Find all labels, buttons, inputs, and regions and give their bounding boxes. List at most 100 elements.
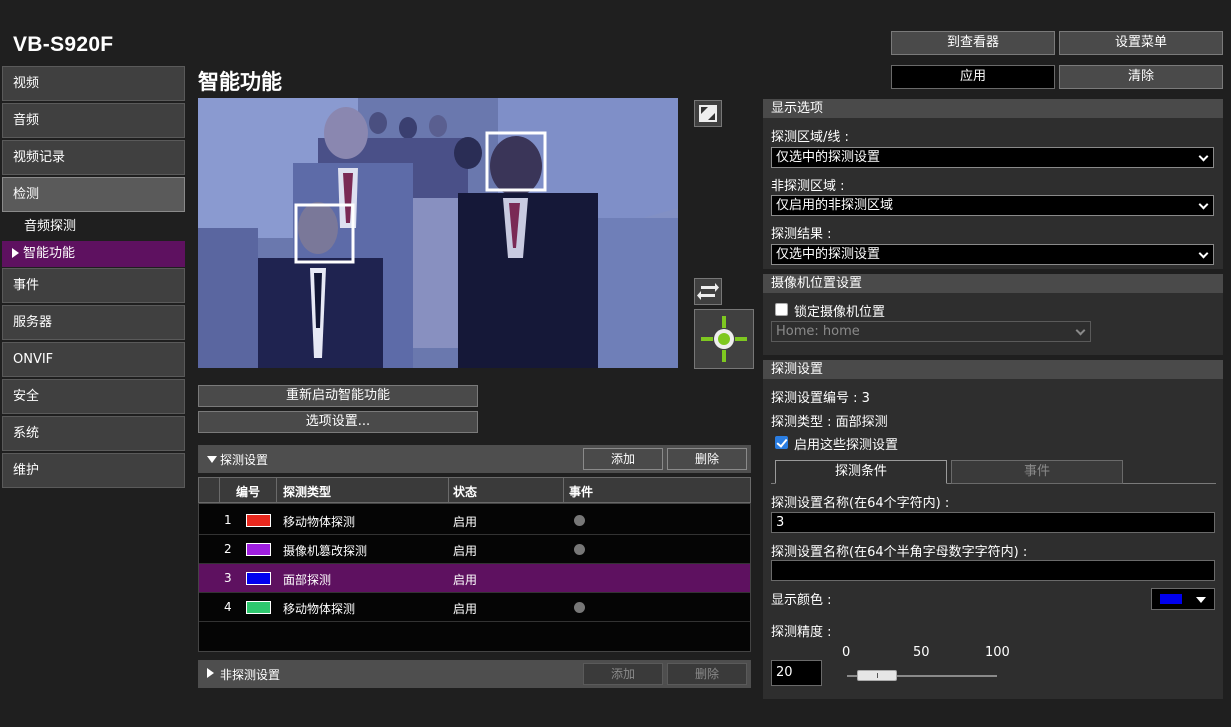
delete-detection-button[interactable]: 删除 xyxy=(667,448,747,470)
table-row[interactable]: 3 面部探测 启用 xyxy=(199,564,750,593)
lock-position-checkbox[interactable] xyxy=(775,303,788,316)
sidebar-subitem-audio-detection[interactable]: 音频探测 xyxy=(2,214,185,240)
column-event: 事件 xyxy=(569,485,594,499)
sidebar-item-video[interactable]: 视频 xyxy=(2,66,185,101)
detect-type: 探测类型 : 面部探测 xyxy=(771,415,888,430)
color-label: 显示颜色 : xyxy=(771,593,832,608)
sidebar-item-server[interactable]: 服务器 xyxy=(2,305,185,340)
sidebar-subitem-intelligent[interactable]: 智能功能 xyxy=(2,241,185,267)
options-settings-button[interactable]: 选项设置... xyxy=(198,411,478,433)
color-swatch xyxy=(246,601,271,614)
row-number: 1 xyxy=(224,513,232,527)
column-divider xyxy=(563,478,564,502)
lock-position-label: 锁定摄像机位置 xyxy=(794,305,886,320)
sidebar-item-maintenance[interactable]: 维护 xyxy=(2,453,185,488)
tab-detect-conditions[interactable]: 探测条件 xyxy=(775,460,947,484)
display-options-header: 显示选项 xyxy=(763,99,1223,118)
result-label: 探测结果 : xyxy=(771,227,832,242)
sidebar-item-detection[interactable]: 检测 xyxy=(2,177,185,212)
chevron-down-icon xyxy=(1198,199,1209,210)
enable-detection-label: 启用这些探测设置 xyxy=(794,438,899,453)
camera-video-preview[interactable] xyxy=(198,98,678,368)
color-swatch xyxy=(246,514,271,527)
tab-event[interactable]: 事件 xyxy=(951,460,1123,484)
column-type: 探测类型 xyxy=(283,485,332,499)
color-picker[interactable] xyxy=(1151,588,1215,610)
slider-tick-label: 0 xyxy=(842,645,851,660)
row-number: 3 xyxy=(224,571,232,585)
sidebar-item-system[interactable]: 系统 xyxy=(2,416,185,451)
detect-config-header: 探测设置 xyxy=(763,360,1223,379)
table-row[interactable]: 4 移动物体探测 启用 xyxy=(199,593,750,622)
name-ascii-input[interactable] xyxy=(771,560,1215,581)
table-row[interactable]: 2 摄像机篡改探测 启用 xyxy=(199,535,750,564)
name-input[interactable]: 3 xyxy=(771,512,1215,533)
sidebar-subitem-label: 智能功能 xyxy=(23,246,76,261)
event-indicator-icon xyxy=(574,544,585,555)
row-state: 启用 xyxy=(453,544,478,558)
row-type: 移动物体探测 xyxy=(283,602,356,616)
camera-position-button[interactable] xyxy=(694,309,754,369)
viewer-button[interactable]: 到查看器 xyxy=(891,31,1055,55)
table-row[interactable]: 1 移动物体探测 启用 xyxy=(199,506,750,535)
expand-icon xyxy=(699,105,717,122)
event-indicator-icon xyxy=(574,515,585,526)
apply-button[interactable]: 应用 xyxy=(891,65,1055,89)
restart-intelligent-button[interactable]: 重新启动智能功能 xyxy=(198,385,478,407)
page-title: 智能功能 xyxy=(198,70,282,94)
collapse-icon[interactable] xyxy=(207,456,217,463)
settings-menu-button[interactable]: 设置菜单 xyxy=(1059,31,1223,55)
row-type: 面部探测 xyxy=(283,573,332,587)
non-area-label: 非探测区域 : xyxy=(771,179,845,194)
precision-label: 探测精度 : xyxy=(771,625,832,640)
sidebar-item-audio[interactable]: 音频 xyxy=(2,103,185,138)
row-state: 启用 xyxy=(453,573,478,587)
chevron-down-icon xyxy=(1198,151,1209,162)
event-indicator-icon xyxy=(574,602,585,613)
preset-select[interactable]: Home: home xyxy=(771,321,1091,342)
clear-button[interactable]: 清除 xyxy=(1059,65,1223,89)
name-ascii-label: 探测设置名称(在64个半角字母数字字符内) : xyxy=(771,545,1028,560)
fullscreen-toggle-button[interactable] xyxy=(694,100,722,127)
detection-settings-bar: 探测设置 添加 删除 xyxy=(198,445,751,473)
preset-select-value: Home: home xyxy=(776,324,860,339)
non-detection-bar: 非探测设置 添加 删除 xyxy=(198,660,751,688)
swap-view-button[interactable] xyxy=(694,278,722,305)
row-number: 2 xyxy=(224,542,232,556)
display-options-panel: 探测区域/线 : 仅选中的探测设置 非探测区域 : 仅启用的非探测区域 探测结果… xyxy=(763,118,1223,269)
column-divider xyxy=(276,478,277,502)
color-swatch xyxy=(246,572,271,585)
result-select-value: 仅选中的探测设置 xyxy=(776,247,881,262)
area-select[interactable]: 仅选中的探测设置 xyxy=(771,147,1214,168)
enable-detection-checkbox[interactable] xyxy=(775,436,788,449)
sidebar-item-event[interactable]: 事件 xyxy=(2,268,185,303)
column-state: 状态 xyxy=(453,485,478,499)
triangle-right-icon xyxy=(12,248,19,258)
video-scene xyxy=(198,98,678,368)
row-type: 移动物体探测 xyxy=(283,515,356,529)
result-select[interactable]: 仅选中的探测设置 xyxy=(771,244,1214,265)
crosshair-icon xyxy=(701,316,747,362)
row-number: 4 xyxy=(224,600,232,614)
slider-grip xyxy=(877,673,878,678)
detect-number: 探测设置编号 : 3 xyxy=(771,391,870,406)
non-detection-title: 非探测设置 xyxy=(220,668,281,682)
precision-slider[interactable] xyxy=(847,670,997,681)
expand-icon[interactable] xyxy=(207,668,214,678)
swap-arrows-icon xyxy=(697,283,719,300)
sidebar-item-security[interactable]: 安全 xyxy=(2,379,185,414)
name-label: 探测设置名称(在64个字符内) : xyxy=(771,496,950,511)
product-name: VB-S920F xyxy=(13,33,114,56)
chevron-down-icon xyxy=(1075,325,1086,336)
chevron-down-icon xyxy=(1198,248,1209,259)
precision-input[interactable]: 20 xyxy=(771,660,822,686)
sidebar-item-video-record[interactable]: 视频记录 xyxy=(2,140,185,175)
add-non-detection-button[interactable]: 添加 xyxy=(583,663,663,685)
color-swatch xyxy=(246,543,271,556)
slider-thumb[interactable] xyxy=(857,670,897,681)
sidebar-item-onvif[interactable]: ONVIF xyxy=(2,342,185,377)
delete-non-detection-button[interactable]: 删除 xyxy=(667,663,747,685)
non-area-select[interactable]: 仅启用的非探测区域 xyxy=(771,195,1214,216)
slider-tick-label: 100 xyxy=(985,645,1010,660)
add-detection-button[interactable]: 添加 xyxy=(583,448,663,470)
